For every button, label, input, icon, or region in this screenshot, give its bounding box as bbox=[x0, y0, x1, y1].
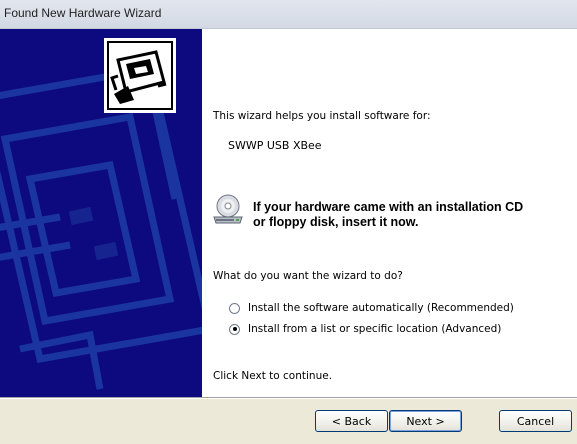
hardware-card-icon bbox=[104, 38, 176, 113]
radio-label-manual[interactable]: Install from a list or specific location… bbox=[248, 323, 501, 335]
device-name: SWWP USB XBee bbox=[228, 139, 322, 152]
cd-notice-line2: or floppy disk, insert it now. bbox=[253, 215, 419, 229]
cancel-button[interactable]: Cancel bbox=[499, 410, 572, 432]
window-title: Found New Hardware Wizard bbox=[4, 6, 162, 20]
wizard-question: What do you want the wizard to do? bbox=[213, 270, 403, 282]
radio-install-from-list[interactable]: Install from a list or specific location… bbox=[229, 321, 501, 337]
radio-install-automatically[interactable]: Install the software automatically (Reco… bbox=[229, 300, 514, 316]
wizard-content: This wizard helps you install software f… bbox=[202, 29, 577, 397]
back-button[interactable]: < Back bbox=[315, 410, 388, 432]
cd-notice-line1: If your hardware came with an installati… bbox=[253, 200, 524, 214]
title-bar[interactable]: Found New Hardware Wizard bbox=[0, 0, 577, 29]
button-bar: < Back Next > Cancel bbox=[0, 399, 577, 444]
next-button[interactable]: Next > bbox=[389, 410, 462, 432]
continue-hint: Click Next to continue. bbox=[213, 370, 333, 382]
radio-button-auto[interactable] bbox=[229, 302, 240, 314]
radio-button-manual[interactable] bbox=[229, 323, 240, 335]
wizard-side-panel bbox=[0, 29, 202, 397]
radio-label-auto[interactable]: Install the software automatically (Reco… bbox=[248, 302, 514, 314]
intro-text: This wizard helps you install software f… bbox=[213, 110, 431, 122]
cd-drive-icon bbox=[212, 193, 244, 227]
cd-notice: If your hardware came with an installati… bbox=[253, 200, 523, 230]
